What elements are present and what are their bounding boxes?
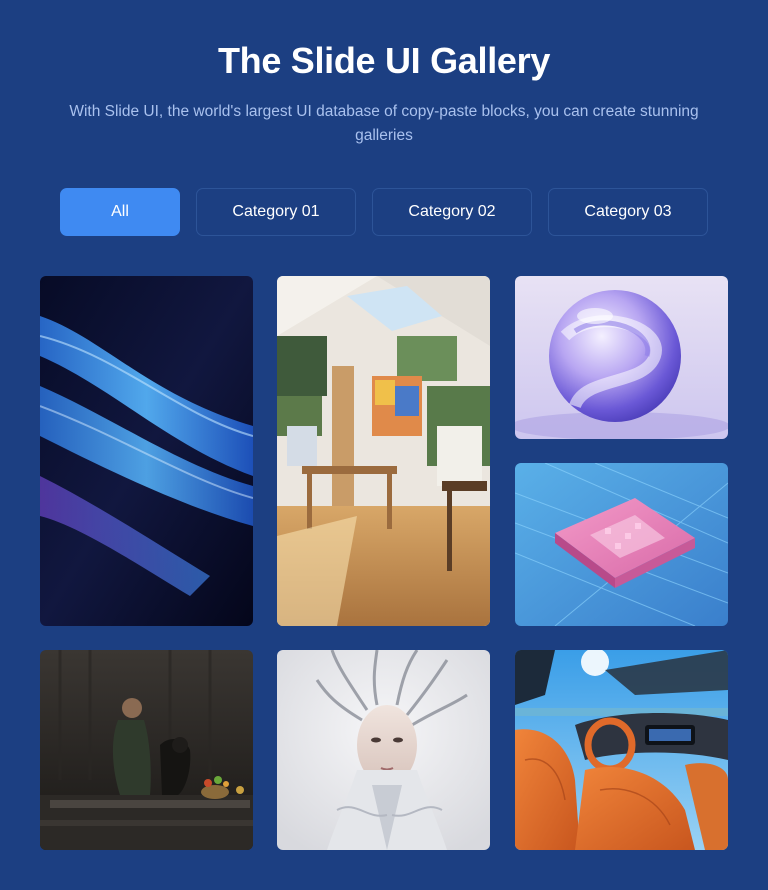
- man-with-dog-image[interactable]: [40, 650, 253, 850]
- glass-sphere-image[interactable]: [515, 276, 728, 439]
- circuit-chip-image[interactable]: [515, 463, 728, 626]
- page-subtitle: With Slide UI, the world's largest UI da…: [69, 103, 699, 144]
- filter-all-button[interactable]: All: [60, 188, 180, 236]
- filter-category-02-button[interactable]: Category 02: [372, 188, 532, 236]
- car-interior-image[interactable]: [515, 650, 728, 850]
- robot-woman-image[interactable]: [277, 650, 490, 850]
- filter-category-01-button[interactable]: Category 01: [196, 188, 356, 236]
- page-title: The Slide UI Gallery: [217, 40, 551, 81]
- art-studio-interior-image[interactable]: [277, 276, 490, 626]
- filter-category-03-button[interactable]: Category 03: [548, 188, 708, 236]
- abstract-blue-waves-image[interactable]: [40, 276, 253, 626]
